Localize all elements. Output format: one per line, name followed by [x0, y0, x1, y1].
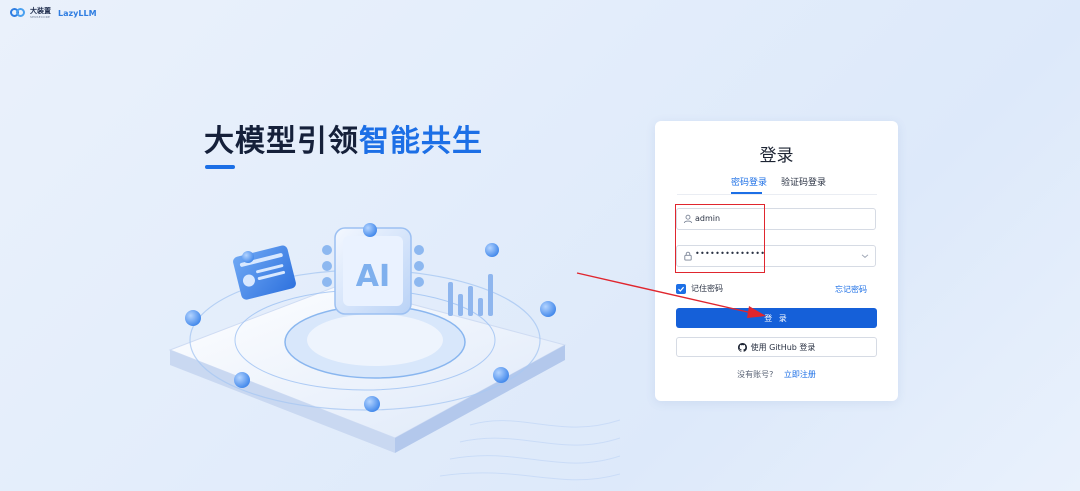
login-tabs: 密码登录 验证码登录 [677, 171, 877, 195]
brand-logo: 大装置 SENSECORE LazyLLM [10, 8, 97, 19]
github-login-label: 使用 GitHub 登录 [750, 342, 816, 352]
ai-chip: AI [322, 227, 424, 315]
remember-label: 记住密码 [691, 284, 723, 293]
check-icon [678, 286, 685, 292]
login-title: 登录 [759, 146, 794, 166]
annotation-highlight-box [675, 204, 765, 273]
github-login-button[interactable]: 使用 GitHub 登录 [676, 337, 877, 357]
signup-row: 没有账号? 立即注册 [655, 369, 898, 380]
hero-headline: 大模型引领智能共生 [204, 116, 483, 160]
brand-name: 大装置 [30, 7, 51, 15]
github-icon [737, 342, 747, 352]
brand-tagline: SENSECORE [30, 15, 51, 19]
hero-illustration: AI [168, 223, 620, 481]
svg-text:AI: AI [356, 259, 390, 294]
brand-mark-icon [10, 8, 26, 19]
tab-password-login[interactable]: 密码登录 [731, 175, 767, 188]
headline-underline [205, 165, 235, 169]
no-account-text: 没有账号? [737, 370, 774, 379]
headline-blue: 智能共生 [359, 124, 483, 159]
login-button[interactable]: 登 录 [676, 308, 877, 328]
product-name: LazyLLM [58, 9, 97, 18]
tab-code-login[interactable]: 验证码登录 [781, 175, 826, 188]
remember-password[interactable]: 记住密码 [676, 283, 723, 294]
active-tab-indicator [731, 192, 762, 194]
signup-link[interactable]: 立即注册 [784, 370, 816, 379]
forgot-password-link[interactable]: 忘记密码 [835, 284, 867, 295]
remember-checkbox[interactable] [676, 283, 686, 294]
chevron-down-icon[interactable] [861, 252, 869, 260]
headline-dark: 大模型引领 [204, 124, 359, 159]
